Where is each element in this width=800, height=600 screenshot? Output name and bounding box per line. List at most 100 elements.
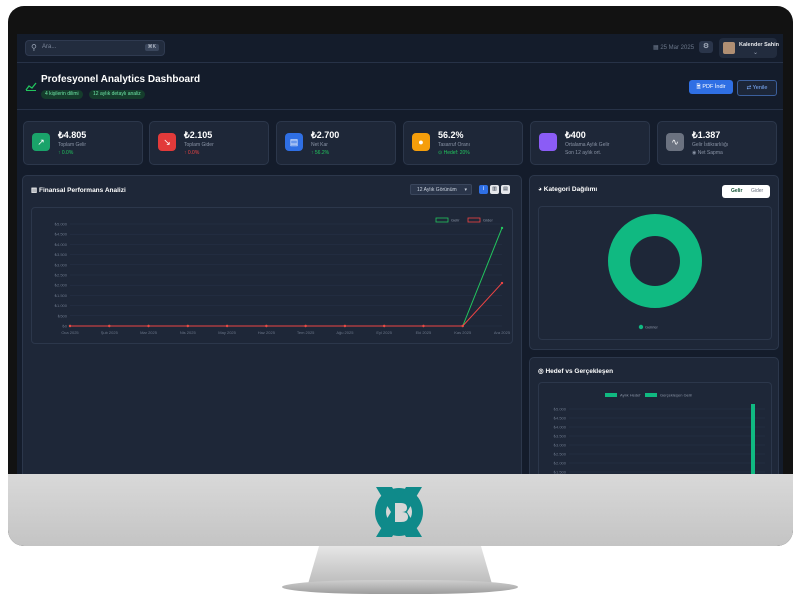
y-tick-label: ₺4.000 (553, 425, 566, 430)
current-date: ▦ 25 Mar 2025 (653, 45, 695, 51)
x-tick-label: May 2025 (218, 330, 236, 335)
table-view-icon[interactable]: ▤ (501, 185, 510, 194)
stat-change: ↑ 0.0% (184, 150, 200, 156)
data-point (500, 281, 504, 285)
search-input[interactable]: ⚲ Ara... ⌘K (25, 40, 165, 56)
brand-logo-icon (375, 487, 423, 537)
legend-dot (638, 324, 644, 330)
tab-expense[interactable]: Gider (751, 185, 763, 198)
y-tick-label: ₺0 (62, 324, 68, 329)
bar-view-icon[interactable]: ▥ (490, 185, 499, 194)
y-tick-label: ₺2.000 (54, 283, 67, 288)
page-title: Profesyonel Analytics Dashboard (41, 74, 201, 85)
stat-value: ₺1.387 (692, 130, 721, 140)
bar-actual-income (751, 404, 755, 474)
stat-value: 56.2% (438, 130, 464, 140)
y-tick-label: ₺500 (58, 313, 68, 318)
stat-label: Toplam Gelir (58, 142, 87, 148)
donut-chart: Gelirler (608, 214, 702, 330)
legend-label: Aylık Hedef (620, 393, 641, 398)
x-tick-label: Eki 2025 (416, 330, 432, 335)
legend-label: Gelir (451, 218, 460, 223)
category-title: ◕ Kategori Dağılımı (538, 186, 597, 193)
refresh-button-label: Yenile (752, 85, 768, 91)
bar-chart-icon: ▥ (31, 187, 38, 194)
x-tick-label: Nis 2025 (180, 330, 197, 335)
donut-slice-gelirler (608, 214, 702, 308)
y-tick-label: ₺3.500 (54, 252, 67, 257)
category-toggle: Gelir Gider (722, 185, 770, 198)
data-point (422, 324, 425, 328)
chevron-down-icon: ⌄ (753, 50, 759, 56)
period-select-value: 12 Aylık Görünüm (417, 187, 457, 193)
pie-icon: ◕ (538, 186, 542, 193)
tab-income[interactable]: Gelir (731, 185, 742, 198)
y-tick-label: ₺3.000 (553, 443, 566, 448)
donut-legend-label: Gelirler (645, 325, 659, 330)
pdf-download-button[interactable]: 🗎 PDF İndir (689, 80, 733, 94)
bar-chart-container: ₺5.000 ₺4.500 ₺4.000 ₺3.500 ₺3.000 ₺2.500 ₺2.0… (538, 382, 772, 474)
stat-value: ₺2.105 (184, 130, 213, 140)
y-tick-label: ₺2.500 (553, 452, 566, 457)
series-line-gider (70, 282, 503, 327)
x-tick-label: Eyl 2025 (376, 330, 392, 335)
stat-label: Gelir İstikrarlılığı (692, 142, 729, 148)
stat-change: ⊙ Hedef: 20% (438, 150, 470, 156)
y-tick-label: ₺3.500 (553, 434, 566, 439)
y-tick-label: ₺4.000 (54, 242, 67, 247)
data-point (304, 324, 307, 328)
data-point (186, 324, 190, 328)
donut-chart-container: Gelirler (538, 206, 772, 340)
avatar (723, 42, 735, 54)
stat-change: ◉ Net Sapma (692, 150, 723, 156)
dashboard-screen: ⚲ Ara... ⌘K ▦ 25 Mar 2025 ⚙ Kalender Sah… (17, 34, 783, 474)
data-point (265, 324, 268, 328)
performance-title-text: Finansal Performans Analizi (38, 187, 126, 194)
stat-value: ₺4.805 (58, 130, 87, 140)
line-chart: ₺0 ₺500 ₺1.000 ₺1.500 ₺2.000 ₺2.500 ₺3.000 ₺3.5… (54, 217, 511, 336)
target-title: ◎ Hedef vs Gerçekleşen (538, 367, 613, 375)
trend-down-icon: ↘ (158, 133, 176, 151)
stat-change: Son 12 aylık ort. (565, 150, 602, 156)
y-tick-label: ₺2.000 (553, 461, 566, 466)
money-icon: ▤ (285, 133, 303, 151)
stat-label: Toplam Gider (184, 142, 214, 148)
stat-value: ₺2.700 (311, 130, 340, 140)
legend-label: Gerçekleşen Gelir (660, 393, 693, 398)
search-icon: ⚲ (31, 43, 37, 52)
legend-swatch (467, 217, 481, 223)
data-point (343, 324, 347, 328)
line-view-icon[interactable]: ⌇ (479, 185, 488, 194)
stat-value: ₺400 (565, 130, 586, 140)
badge-period: 4 kişilerin dilimi (41, 90, 83, 99)
x-tick-label: Haz 2025 (258, 330, 276, 335)
y-tick-label: ₺2.500 (54, 273, 67, 278)
series-line-gelir (70, 227, 503, 327)
x-tick-label: Mar 2025 (140, 330, 158, 335)
data-point (225, 324, 229, 328)
search-shortcut: ⌘K (144, 44, 159, 51)
legend-swatch (645, 393, 657, 397)
target-icon: ◎ (538, 368, 544, 375)
x-tick-label: Ara 2025 (494, 330, 511, 335)
badge-analysis: 12 aylık detaylı analiz (89, 90, 145, 99)
legend-swatch (605, 393, 617, 397)
x-tick-label: Şub 2025 (101, 330, 119, 335)
refresh-button[interactable]: ⇄ Yenile (737, 80, 777, 96)
period-select[interactable]: 12 Aylık Görünüm ▾ (410, 184, 472, 195)
stat-label: Tasarruf Oranı (438, 142, 470, 148)
stat-change: ↑ 0.0% (58, 150, 74, 156)
settings-icon[interactable]: ⚙ (699, 41, 713, 53)
data-point (382, 324, 386, 328)
x-tick-label: Oca 2025 (61, 330, 79, 335)
stat-card-expense: ↘ ₺2.105 Toplam Gider ↑ 0.0% (149, 121, 269, 165)
performance-title: ▥ Finansal Performans Analizi (31, 186, 126, 194)
target-bar-chart: ₺5.000 ₺4.500 ₺4.000 ₺3.500 ₺3.000 ₺2.500 ₺2.0… (553, 393, 765, 474)
stat-card-savings: ● 56.2% Tasarruf Oranı ⊙ Hedef: 20% (403, 121, 523, 165)
line-chart-container: ₺0 ₺500 ₺1.000 ₺1.500 ₺2.000 ₺2.500 ₺3.000 ₺3.5… (31, 207, 513, 344)
search-placeholder: Ara... (42, 44, 57, 50)
data-point (147, 324, 150, 328)
user-menu[interactable]: Kalender Sahin ⌄ (719, 38, 779, 58)
legend-label: Gider (483, 218, 493, 223)
y-tick-label: ₺4.500 (553, 416, 566, 421)
